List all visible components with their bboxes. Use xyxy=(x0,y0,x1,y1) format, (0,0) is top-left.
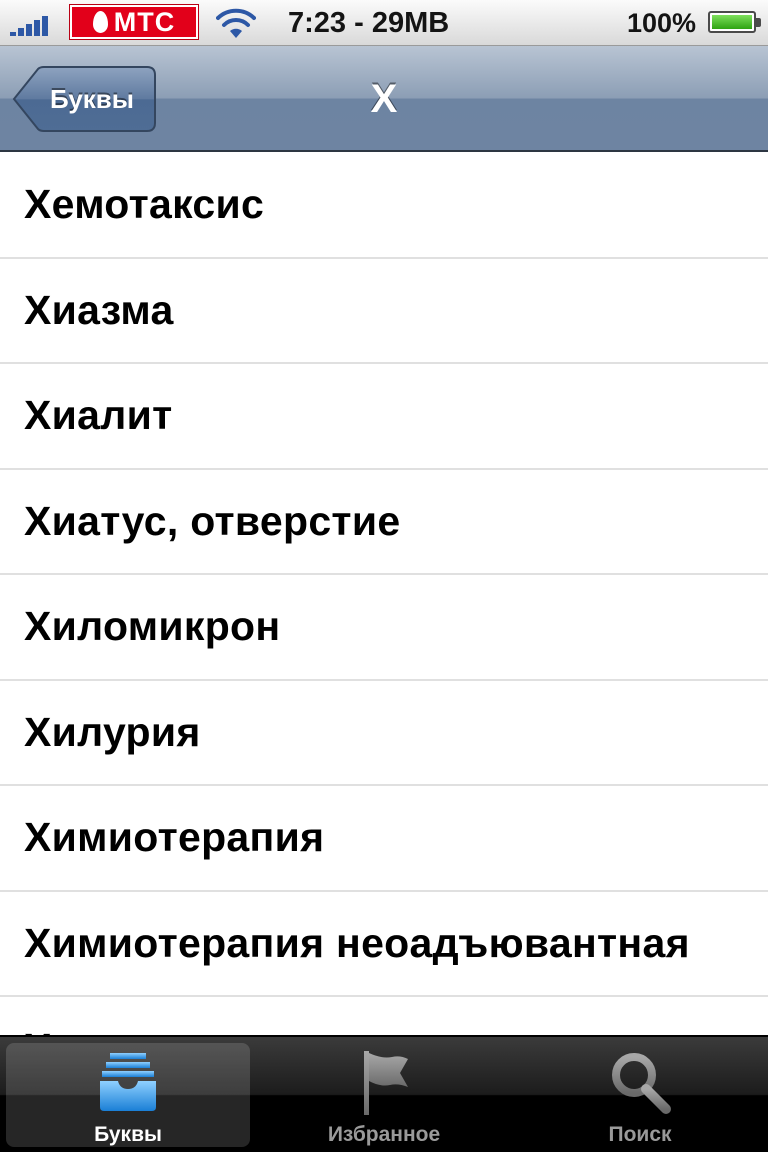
phone-screen: МТС 7:23 - 29MB 100% Буквы Х Хемотаксис … xyxy=(0,0,768,1152)
list-item[interactable]: Хилурия xyxy=(0,681,768,786)
carrier-logo: МТС xyxy=(69,4,199,40)
list-item[interactable]: Хемотаксис xyxy=(0,153,768,259)
battery-nub xyxy=(756,18,761,27)
tab-label: Поиск xyxy=(608,1123,672,1146)
tab-letters[interactable]: Буквы xyxy=(0,1037,256,1152)
status-bar: МТС 7:23 - 29MB 100% xyxy=(0,0,768,46)
list-item-label: Хиазма xyxy=(24,286,174,333)
inbox-tray-icon xyxy=(100,1053,156,1111)
search-icon xyxy=(612,1053,671,1114)
back-button-label: Буквы xyxy=(49,83,134,114)
signal-icon xyxy=(10,14,56,36)
carrier-egg-icon xyxy=(92,11,108,33)
list-item-label: Хилурия xyxy=(24,708,201,755)
list-item[interactable]: Химиотерапия xyxy=(0,786,768,892)
tab-label: Избранное xyxy=(327,1123,441,1146)
list-item-label: Химиотерапия xyxy=(24,814,325,861)
list-item-label: Хемотаксис xyxy=(24,181,265,228)
battery-icon xyxy=(708,11,761,33)
list-item[interactable]: Хиломикрон xyxy=(0,575,768,681)
status-time: 7:23 - 29MB xyxy=(288,7,450,39)
tab-search[interactable]: Поиск xyxy=(512,1037,768,1152)
list-item-label: Химиотерапия неоадъювантная xyxy=(24,919,690,966)
term-list[interactable]: Хемотаксис Хиазма Хиалит Хиатус, отверст… xyxy=(0,153,768,1035)
navigation-bar: Буквы Х xyxy=(0,46,768,152)
flag-icon xyxy=(364,1051,408,1115)
battery-percent: 100% xyxy=(626,8,696,38)
wifi-icon xyxy=(216,8,256,38)
tab-bar: Буквы Избранное Поиск xyxy=(0,1035,768,1152)
list-item-label: Хиатус, отверстие xyxy=(24,497,401,544)
list-item-label: Х xyxy=(24,1025,52,1035)
list-item[interactable]: Х xyxy=(0,997,768,1035)
list-item-label: Хиломикрон xyxy=(24,603,281,650)
carrier-name: МТС xyxy=(113,6,176,37)
list-item-label: Хиалит xyxy=(24,392,173,439)
tab-label: Буквы xyxy=(94,1123,162,1146)
list-item[interactable]: Химиотерапия неоадъювантная xyxy=(0,892,768,997)
battery-fill xyxy=(712,15,752,29)
tab-favorites[interactable]: Избранное xyxy=(256,1037,512,1152)
list-item[interactable]: Хиазма xyxy=(0,259,768,364)
list-item[interactable]: Хиатус, отверстие xyxy=(0,470,768,575)
list-item[interactable]: Хиалит xyxy=(0,364,768,470)
back-button[interactable]: Буквы xyxy=(12,66,156,132)
